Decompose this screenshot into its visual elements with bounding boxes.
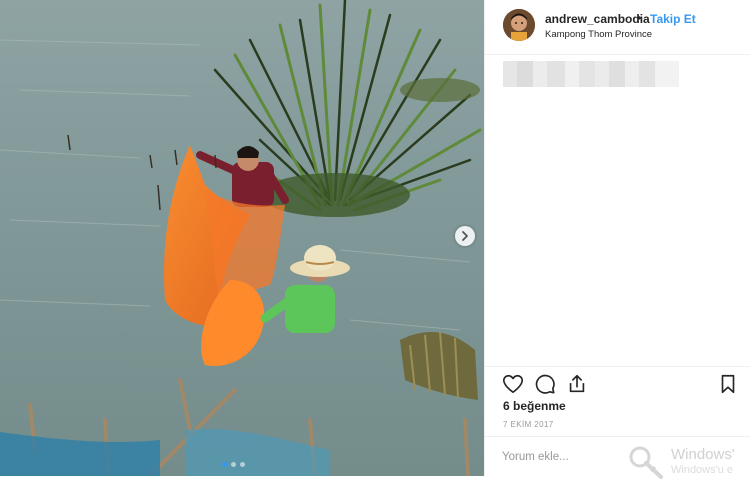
- follow-button[interactable]: Takip Et: [650, 12, 696, 26]
- post-header: andrew_cambodia • Takip Et Kampong Thom …: [485, 0, 750, 55]
- location-link[interactable]: Kampong Thom Province: [545, 29, 652, 40]
- carousel-dot: [222, 462, 227, 467]
- post-date: 7 EKİM 2017: [503, 420, 554, 429]
- river-fishing-photo: [0, 0, 484, 476]
- separator-dot: •: [637, 11, 642, 25]
- share-button[interactable]: [566, 373, 588, 395]
- profile-photo: [503, 9, 535, 41]
- chevron-right-icon: [462, 231, 468, 241]
- username-link[interactable]: andrew_cambodia: [545, 12, 650, 26]
- instagram-post: andrew_cambodia • Takip Et Kampong Thom …: [0, 0, 750, 479]
- share-icon: [569, 374, 585, 393]
- blurred-caption: [503, 61, 679, 87]
- carousel-dot: [231, 462, 236, 467]
- next-photo-button[interactable]: [455, 226, 475, 246]
- like-button[interactable]: [502, 373, 524, 395]
- comment-box: Windows' Windows'u e: [485, 436, 750, 479]
- avatar[interactable]: [503, 9, 535, 41]
- windows-watermark-logo: [629, 446, 663, 479]
- watermark-text: Windows': [671, 446, 735, 463]
- heart-icon: [503, 374, 523, 394]
- bookmark-icon: [721, 374, 735, 394]
- likes-count[interactable]: 6 beğenme: [503, 399, 566, 413]
- watermark-subtext: Windows'u e: [671, 464, 734, 476]
- save-button[interactable]: [717, 373, 739, 395]
- comment-button[interactable]: [534, 373, 556, 395]
- post-sidebar: andrew_cambodia • Takip Et Kampong Thom …: [484, 0, 750, 479]
- carousel-indicator: [222, 462, 245, 467]
- post-actions: [485, 366, 750, 397]
- post-photo[interactable]: [0, 0, 484, 476]
- comment-bubble-icon: [535, 374, 555, 394]
- carousel-dot: [240, 462, 245, 467]
